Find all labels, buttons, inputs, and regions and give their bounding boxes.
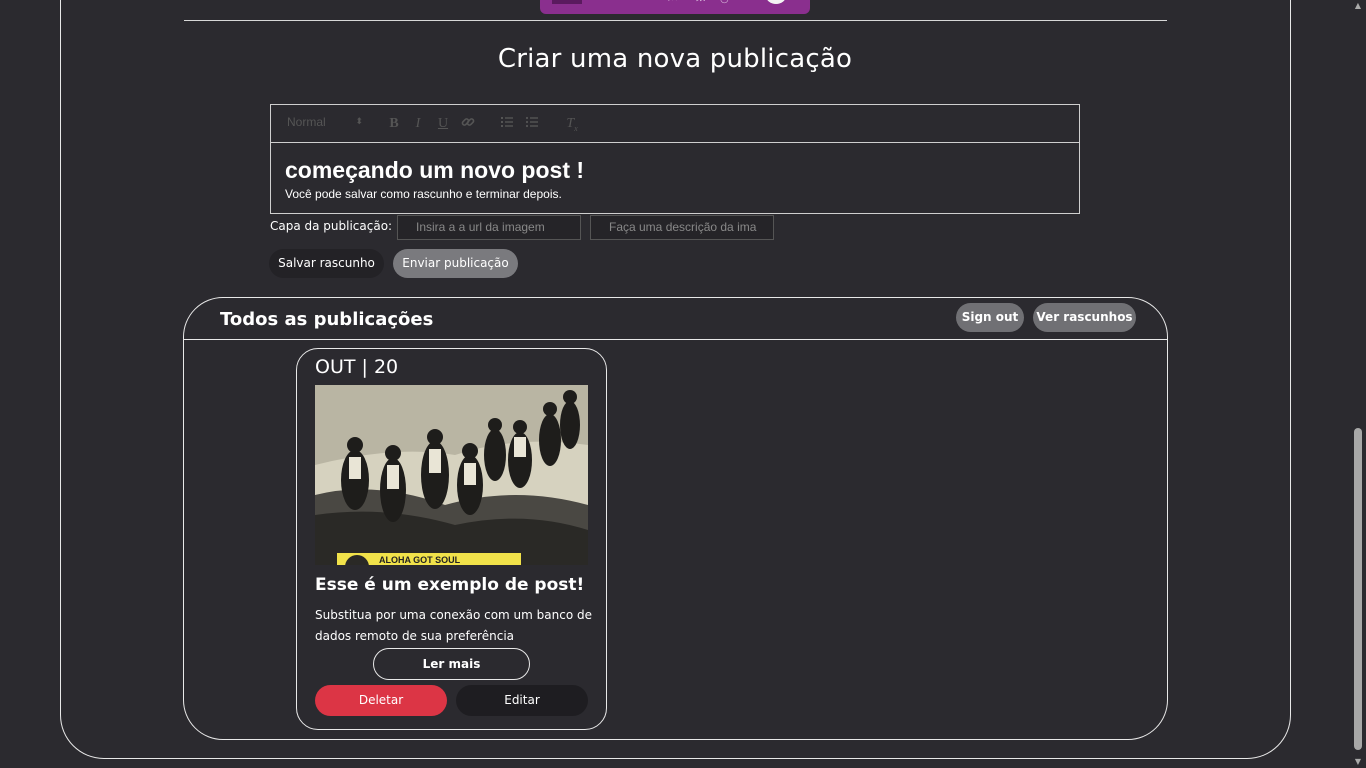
scroll-down-icon[interactable]: ▼ xyxy=(1354,758,1362,766)
divider xyxy=(184,20,1167,21)
editor-toolbar: Normal ⬍ B I U Tx xyxy=(271,105,1079,143)
italic-button[interactable]: I xyxy=(409,115,427,133)
select-arrows-icon: ⬍ xyxy=(355,116,363,126)
send-post-button[interactable]: Enviar publicação xyxy=(393,249,518,278)
format-select-value: Normal xyxy=(287,115,326,129)
post-image-caption: ALOHA GOT SOUL xyxy=(379,555,461,565)
cover-description-input[interactable]: Faça uma descrição da ima xyxy=(590,215,774,240)
edit-button[interactable]: Editar xyxy=(456,685,588,716)
page-scrollbar[interactable]: ▲ ▼ xyxy=(1350,0,1366,768)
post-title: Esse é um exemplo de post! xyxy=(315,575,585,595)
save-draft-button[interactable]: Salvar rascunho xyxy=(269,249,384,278)
page-title: Criar uma nova publicação xyxy=(497,44,853,74)
post-cover-image: ALOHA GOT SOUL xyxy=(315,385,588,565)
bold-button[interactable]: B xyxy=(385,115,403,133)
link-icon[interactable] xyxy=(459,115,477,133)
player-toggle[interactable] xyxy=(766,0,786,4)
cover-label: Capa da publicação: xyxy=(270,219,393,233)
delete-button[interactable]: Deletar xyxy=(315,685,447,716)
media-player-bar: ⏮ ⏭ ◔ xyxy=(540,0,810,14)
post-description: Substitua por uma conexão com um banco d… xyxy=(315,608,592,643)
underline-button[interactable]: U xyxy=(434,115,452,133)
read-more-button[interactable]: Ler mais xyxy=(373,648,530,680)
post-card: OUT | 20 ALOHA GOT SOUL Esse é um exempl… xyxy=(296,348,607,730)
view-drafts-button[interactable]: Ver rascunhos xyxy=(1033,303,1136,332)
posts-panel-title: Todos as publicações xyxy=(220,309,434,330)
player-thumbnail xyxy=(552,0,582,4)
format-select[interactable]: Normal ⬍ xyxy=(287,115,363,133)
clear-format-icon[interactable]: Tx xyxy=(563,115,581,133)
editor-body: Você pode salvar como rascunho e termina… xyxy=(285,187,562,201)
editor-content[interactable]: começando um novo post ! Você pode salva… xyxy=(271,143,1079,215)
divider xyxy=(184,339,1167,340)
post-date: OUT | 20 xyxy=(315,356,399,378)
loading-icon: ◔ xyxy=(720,0,730,5)
bullet-list-icon[interactable] xyxy=(523,115,541,133)
next-icon[interactable]: ⏭ xyxy=(696,0,706,5)
scroll-thumb[interactable] xyxy=(1354,428,1362,750)
ordered-list-icon[interactable] xyxy=(498,115,516,133)
sign-out-button[interactable]: Sign out xyxy=(956,303,1024,332)
previous-icon[interactable]: ⏮ xyxy=(668,0,678,5)
editor-heading: começando um novo post ! xyxy=(285,157,585,183)
cover-url-input[interactable]: Insira a a url da imagem xyxy=(397,215,581,240)
rich-text-editor[interactable]: Normal ⬍ B I U Tx começando um novo post… xyxy=(270,104,1080,214)
scroll-up-icon[interactable]: ▲ xyxy=(1354,2,1362,10)
